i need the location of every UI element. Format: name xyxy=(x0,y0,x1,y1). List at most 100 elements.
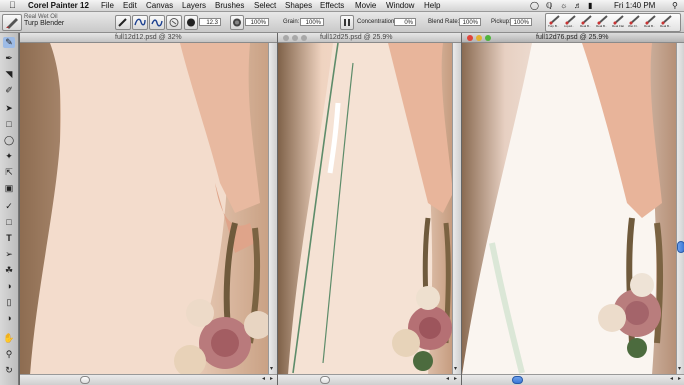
selection-tool-icon[interactable]: □ xyxy=(3,119,15,130)
zoom-window-icon[interactable] xyxy=(301,35,307,41)
reset-tool-button[interactable] xyxy=(115,15,131,30)
opacity-button[interactable] xyxy=(230,15,244,30)
document-3-hscroll-thumb[interactable] xyxy=(512,376,523,384)
wifi-icon[interactable]: ☼ xyxy=(560,0,567,11)
document-2-horizontal-scrollbar[interactable]: ◂ ▸ xyxy=(278,374,461,385)
document-3-vscroll-thumb[interactable] xyxy=(677,241,684,253)
document-1-horizontal-scrollbar[interactable]: ◂ ▸ xyxy=(20,374,277,385)
rubber-stamp-tool-icon[interactable]: ▯ xyxy=(3,297,15,308)
magic-wand-tool-icon[interactable]: ✦ xyxy=(3,151,15,162)
grain-field[interactable]: 100% xyxy=(300,18,324,26)
recent-brush-5-label: Real Flat xyxy=(612,24,625,28)
minimize-window-icon[interactable] xyxy=(476,35,482,41)
concentration-field[interactable]: 0% xyxy=(394,18,416,26)
stroke-type-1-button[interactable] xyxy=(132,15,148,30)
menu-select[interactable]: Select xyxy=(254,0,276,11)
stroke-type-3-button[interactable] xyxy=(166,15,182,30)
layer-adjuster-tool-icon[interactable]: ➤ xyxy=(3,103,15,114)
rotate-page-tool-icon[interactable]: ↻ xyxy=(3,365,15,376)
brush-variant-label[interactable]: Turp Blender xyxy=(24,20,64,28)
menu-movie[interactable]: Movie xyxy=(355,0,376,11)
opacity-field[interactable]: 100% xyxy=(245,18,269,26)
menu-shapes[interactable]: Shapes xyxy=(285,0,312,11)
pickup-field[interactable]: 100% xyxy=(510,18,532,26)
apple-menu-icon[interactable]:  xyxy=(9,0,16,11)
recent-brush-8[interactable]: Real B.. xyxy=(660,15,674,30)
volume-icon[interactable]: ♬ xyxy=(574,0,582,11)
crop-tool-icon[interactable]: ▣ xyxy=(3,183,15,194)
scroll-down-arrow-icon[interactable]: ▾ xyxy=(454,365,457,373)
text-tool-icon[interactable]: T xyxy=(3,233,15,244)
menu-edit[interactable]: Edit xyxy=(123,0,137,11)
blender-tool-icon[interactable]: ✐ xyxy=(3,85,15,96)
recent-brush-2[interactable]: Liquid.. xyxy=(564,15,578,30)
recent-brush-3[interactable]: Real B.. xyxy=(580,15,594,30)
grain-label: Grain: xyxy=(283,19,300,25)
document-2-canvas[interactable] xyxy=(278,43,453,375)
menu-layers[interactable]: Layers xyxy=(182,0,206,11)
bluetooth-icon[interactable]: ℚ xyxy=(546,0,552,11)
menu-window[interactable]: Window xyxy=(386,0,414,11)
recent-brush-8-label: Real B.. xyxy=(660,24,671,28)
pen-tool-icon[interactable]: ✓ xyxy=(3,201,15,212)
menu-effects[interactable]: Effects xyxy=(320,0,344,11)
recent-brush-5[interactable]: Real Flat xyxy=(612,15,626,30)
document-2-title-bar[interactable]: full12d25.psd @ 25.9% xyxy=(278,33,461,43)
document-3-horizontal-scrollbar[interactable]: ◂ ▸ xyxy=(462,374,684,385)
menubar-clock[interactable]: Fri 1:40 PM xyxy=(614,0,655,11)
cloner-tool-icon[interactable]: ◑ xyxy=(3,281,15,292)
scroll-right-arrow-icon[interactable]: ▸ xyxy=(454,375,457,383)
recent-brush-6[interactable]: Wet Fl.. xyxy=(628,15,642,30)
recent-brush-7[interactable]: Real B.. xyxy=(644,15,658,30)
paint-bucket-tool-icon[interactable]: ☘ xyxy=(3,265,15,276)
brush-selector-button[interactable] xyxy=(2,14,22,31)
scroll-left-arrow-icon[interactable]: ◂ xyxy=(670,375,673,383)
battery-icon[interactable]: ▮ xyxy=(588,0,592,11)
document-1-vertical-scrollbar[interactable]: ▾ xyxy=(268,43,277,375)
app-menu[interactable]: Corel Painter 12 xyxy=(28,0,89,11)
scroll-down-arrow-icon[interactable]: ▾ xyxy=(678,365,681,373)
shape-selection-tool-icon[interactable]: ➢ xyxy=(3,249,15,260)
close-window-icon[interactable] xyxy=(467,35,473,41)
dropper-tool-icon[interactable]: ✒ xyxy=(3,53,15,64)
grabber-hand-tool-icon[interactable]: ✋ xyxy=(3,333,15,344)
spotlight-icon[interactable]: ⚲ xyxy=(672,0,678,11)
minimize-window-icon[interactable] xyxy=(292,35,298,41)
document-2-vertical-scrollbar[interactable]: ▾ xyxy=(452,43,461,375)
menu-help[interactable]: Help xyxy=(424,0,440,11)
document-1-hscroll-thumb[interactable] xyxy=(80,376,90,384)
transform-tool-icon[interactable]: ⇱ xyxy=(3,167,15,178)
concentration-label: Concentration: xyxy=(357,19,397,25)
document-2-hscroll-thumb[interactable] xyxy=(320,376,330,384)
recent-brush-1[interactable]: Turp B.. xyxy=(548,15,562,30)
dodge-tool-icon[interactable]: ◑ xyxy=(3,313,15,324)
document-1-title-bar[interactable]: full12d12.psd @ 32% xyxy=(20,33,277,43)
document-1-canvas[interactable] xyxy=(20,43,269,375)
tray-circle-icon[interactable]: ◯ xyxy=(530,0,539,11)
size-button[interactable] xyxy=(184,15,198,30)
close-window-icon[interactable] xyxy=(283,35,289,41)
document-3-title: full12d76.psd @ 25.9% xyxy=(536,34,609,41)
scroll-left-arrow-icon[interactable]: ◂ xyxy=(262,375,265,383)
document-3-vertical-scrollbar[interactable]: ▾ xyxy=(676,43,684,375)
rectangle-tool-icon[interactable]: □ xyxy=(3,217,15,228)
menu-file[interactable]: File xyxy=(101,0,114,11)
zoom-window-icon[interactable] xyxy=(485,35,491,41)
stroke-type-2-button[interactable] xyxy=(149,15,165,30)
pause-toggle-button[interactable] xyxy=(340,15,354,30)
recent-brush-4[interactable]: Real B.. xyxy=(596,15,610,30)
document-3-title-bar[interactable]: full12d76.psd @ 25.9% xyxy=(462,33,684,43)
blend-rate-field[interactable]: 100% xyxy=(459,18,481,26)
scroll-right-arrow-icon[interactable]: ▸ xyxy=(678,375,681,383)
scroll-right-arrow-icon[interactable]: ▸ xyxy=(270,375,273,383)
menu-brushes[interactable]: Brushes xyxy=(215,0,244,11)
size-field[interactable]: 12.3 xyxy=(199,18,221,26)
lasso-tool-icon[interactable]: ◯ xyxy=(3,135,15,146)
brush-tool-icon[interactable]: ✎ xyxy=(3,37,15,48)
scroll-down-arrow-icon[interactable]: ▾ xyxy=(270,365,273,373)
scroll-left-arrow-icon[interactable]: ◂ xyxy=(446,375,449,383)
document-3-canvas[interactable] xyxy=(462,43,677,375)
magnifier-tool-icon[interactable]: ⚲ xyxy=(3,349,15,360)
eraser-tool-icon[interactable]: ◥ xyxy=(3,69,15,80)
menu-canvas[interactable]: Canvas xyxy=(146,0,173,11)
